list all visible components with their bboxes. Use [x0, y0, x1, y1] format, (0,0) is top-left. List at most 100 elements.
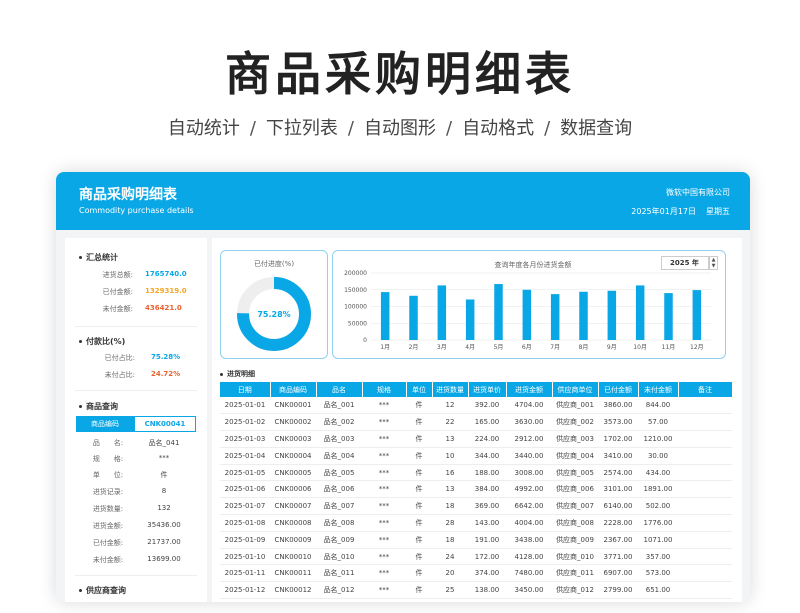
- bar: [494, 284, 503, 340]
- query-paid-label: 已付金额:: [92, 539, 124, 547]
- table-cell: 供应商_002: [552, 413, 598, 432]
- table-cell: 1702.00: [598, 430, 638, 448]
- table-cell: 13: [432, 480, 468, 499]
- table-cell: 12: [432, 397, 468, 415]
- table-row: 2025-01-10 CNK00010 品名_010 *** 件 24 172.00 4128…: [220, 548, 732, 566]
- table-cell: 件: [406, 480, 432, 499]
- feature-item: 下拉列表: [265, 118, 338, 139]
- table-cell: 品名_001: [316, 397, 362, 415]
- table-cell: [678, 397, 732, 415]
- table-cell: 24: [432, 548, 468, 566]
- table-cell: 138.00: [468, 581, 506, 600]
- bar: [550, 294, 560, 340]
- table-cell: 1071.00: [638, 531, 678, 549]
- table-cell: ***: [362, 564, 406, 583]
- table-cell: CNK00005: [270, 464, 316, 482]
- y-tick-label: 0: [363, 337, 367, 344]
- table-cell: 件: [406, 548, 432, 566]
- bar: [465, 299, 475, 340]
- monthly-bar-chart: 0 50000 100000 150000 200000 1月 2月 3月 4月 5月 6月 7月 8月…: [332, 250, 726, 359]
- table-cell: 2912.00: [506, 430, 552, 448]
- spin-down-icon[interactable]: ▼: [712, 263, 716, 269]
- column-header: 备注: [678, 382, 733, 397]
- query-qty-value: 132: [157, 504, 171, 512]
- table-cell: 件: [406, 514, 432, 532]
- table-cell: ***: [362, 497, 406, 516]
- table-cell: 件: [406, 430, 432, 448]
- table-cell: 3008.00: [506, 464, 552, 482]
- header-title: 商品采购明细表: [79, 187, 177, 203]
- table-cell: 172.00: [468, 548, 506, 566]
- year-spinner[interactable]: ▲ ▼: [709, 256, 718, 270]
- table-cell: [678, 464, 732, 482]
- year-select[interactable]: 2025 年: [661, 256, 709, 270]
- table-cell: 3410.00: [598, 447, 638, 465]
- table-row: 2025-01-03 CNK00003 品名_003 *** 件 13 224.00 2912…: [220, 430, 732, 448]
- column-header: 进货金额: [506, 382, 553, 397]
- gauge-title: 已付进度(%): [253, 260, 295, 268]
- y-tick-label: 200000: [344, 270, 367, 277]
- x-tick-label: 9月: [607, 344, 617, 351]
- table-cell: 2574.00: [598, 464, 638, 482]
- ratio-title-text: 付款比(%): [86, 337, 126, 346]
- x-tick-label: 12月: [690, 344, 704, 351]
- table-cell: [678, 548, 732, 566]
- table-cell: 供应商_012: [552, 581, 598, 600]
- query-records-label: 进货记录:: [92, 488, 124, 496]
- table-cell: [678, 413, 732, 432]
- left-panel: 汇总统计 进货总额: 1765740.0 已付金额: 1329319.0 未付金…: [65, 238, 207, 602]
- table-cell: 2025-01-07: [220, 497, 270, 516]
- y-tick-label: 100000: [344, 304, 367, 311]
- feature-item: 自动图形: [364, 118, 436, 139]
- bullet-icon: [79, 405, 82, 408]
- column-header: 单位: [406, 382, 433, 397]
- query-spec-label: 规 格:: [92, 455, 124, 463]
- table-cell: 件: [406, 464, 432, 482]
- table-cell: 供应商_001: [552, 397, 598, 415]
- table-cell: 品名_009: [316, 531, 362, 549]
- bar: [579, 291, 588, 340]
- table-cell: 件: [406, 447, 432, 465]
- table-cell: CNK00010: [270, 548, 316, 566]
- table-cell: ***: [362, 447, 406, 465]
- table-cell: 374.00: [468, 564, 506, 583]
- x-tick-label: 1月: [380, 344, 390, 351]
- query-unit-value: 件: [160, 471, 168, 479]
- table-cell: 3440.00: [506, 447, 552, 465]
- table-cell: 3101.00: [598, 480, 638, 499]
- summary-paid-label: 已付金额:: [102, 288, 133, 296]
- query-key-input[interactable]: CNK00041: [134, 416, 196, 432]
- table-cell: 16: [432, 464, 468, 482]
- table-cell: 供应商_011: [552, 564, 598, 583]
- feature-item: 数据查询: [560, 118, 633, 139]
- table-cell: 品名_003: [316, 430, 362, 448]
- card-header: 商品采购明细表 Commodity purchase details 微软中国有…: [56, 172, 750, 230]
- table-cell: CNK00003: [270, 430, 316, 448]
- summary-title: 汇总统计: [79, 252, 118, 263]
- table-cell: 651.00: [638, 581, 678, 600]
- query-title: 商品查询: [79, 401, 118, 412]
- query-amount-label: 进货金额:: [92, 522, 124, 530]
- column-header: 进货单价: [468, 382, 507, 397]
- table-cell: 件: [406, 413, 432, 432]
- table-title-text: 进货明细: [227, 370, 255, 378]
- table-cell: 供应商_006: [552, 480, 598, 499]
- table-cell: 6642.00: [506, 497, 552, 516]
- table-row: 2025-01-01 CNK00001 品名_001 *** 件 12 392.00 4704…: [220, 397, 732, 415]
- summary-unpaid-value: 436421.0: [145, 304, 182, 312]
- x-tick-label: 11月: [662, 344, 676, 351]
- table-cell: 357.00: [638, 548, 678, 566]
- table-cell: ***: [362, 397, 406, 415]
- ratio-unpaid-value: 24.72%: [151, 370, 181, 378]
- table-cell: ***: [362, 581, 406, 600]
- divider: [75, 575, 197, 576]
- table-cell: CNK00004: [270, 447, 316, 465]
- feature-separator: /: [544, 118, 551, 139]
- table-cell: 供应商_004: [552, 447, 598, 465]
- bar: [664, 293, 673, 340]
- table-cell: 6907.00: [598, 564, 638, 583]
- table-cell: ***: [362, 480, 406, 499]
- x-tick-label: 2月: [409, 344, 419, 351]
- bar: [692, 290, 702, 340]
- table-cell: CNK00007: [270, 497, 316, 516]
